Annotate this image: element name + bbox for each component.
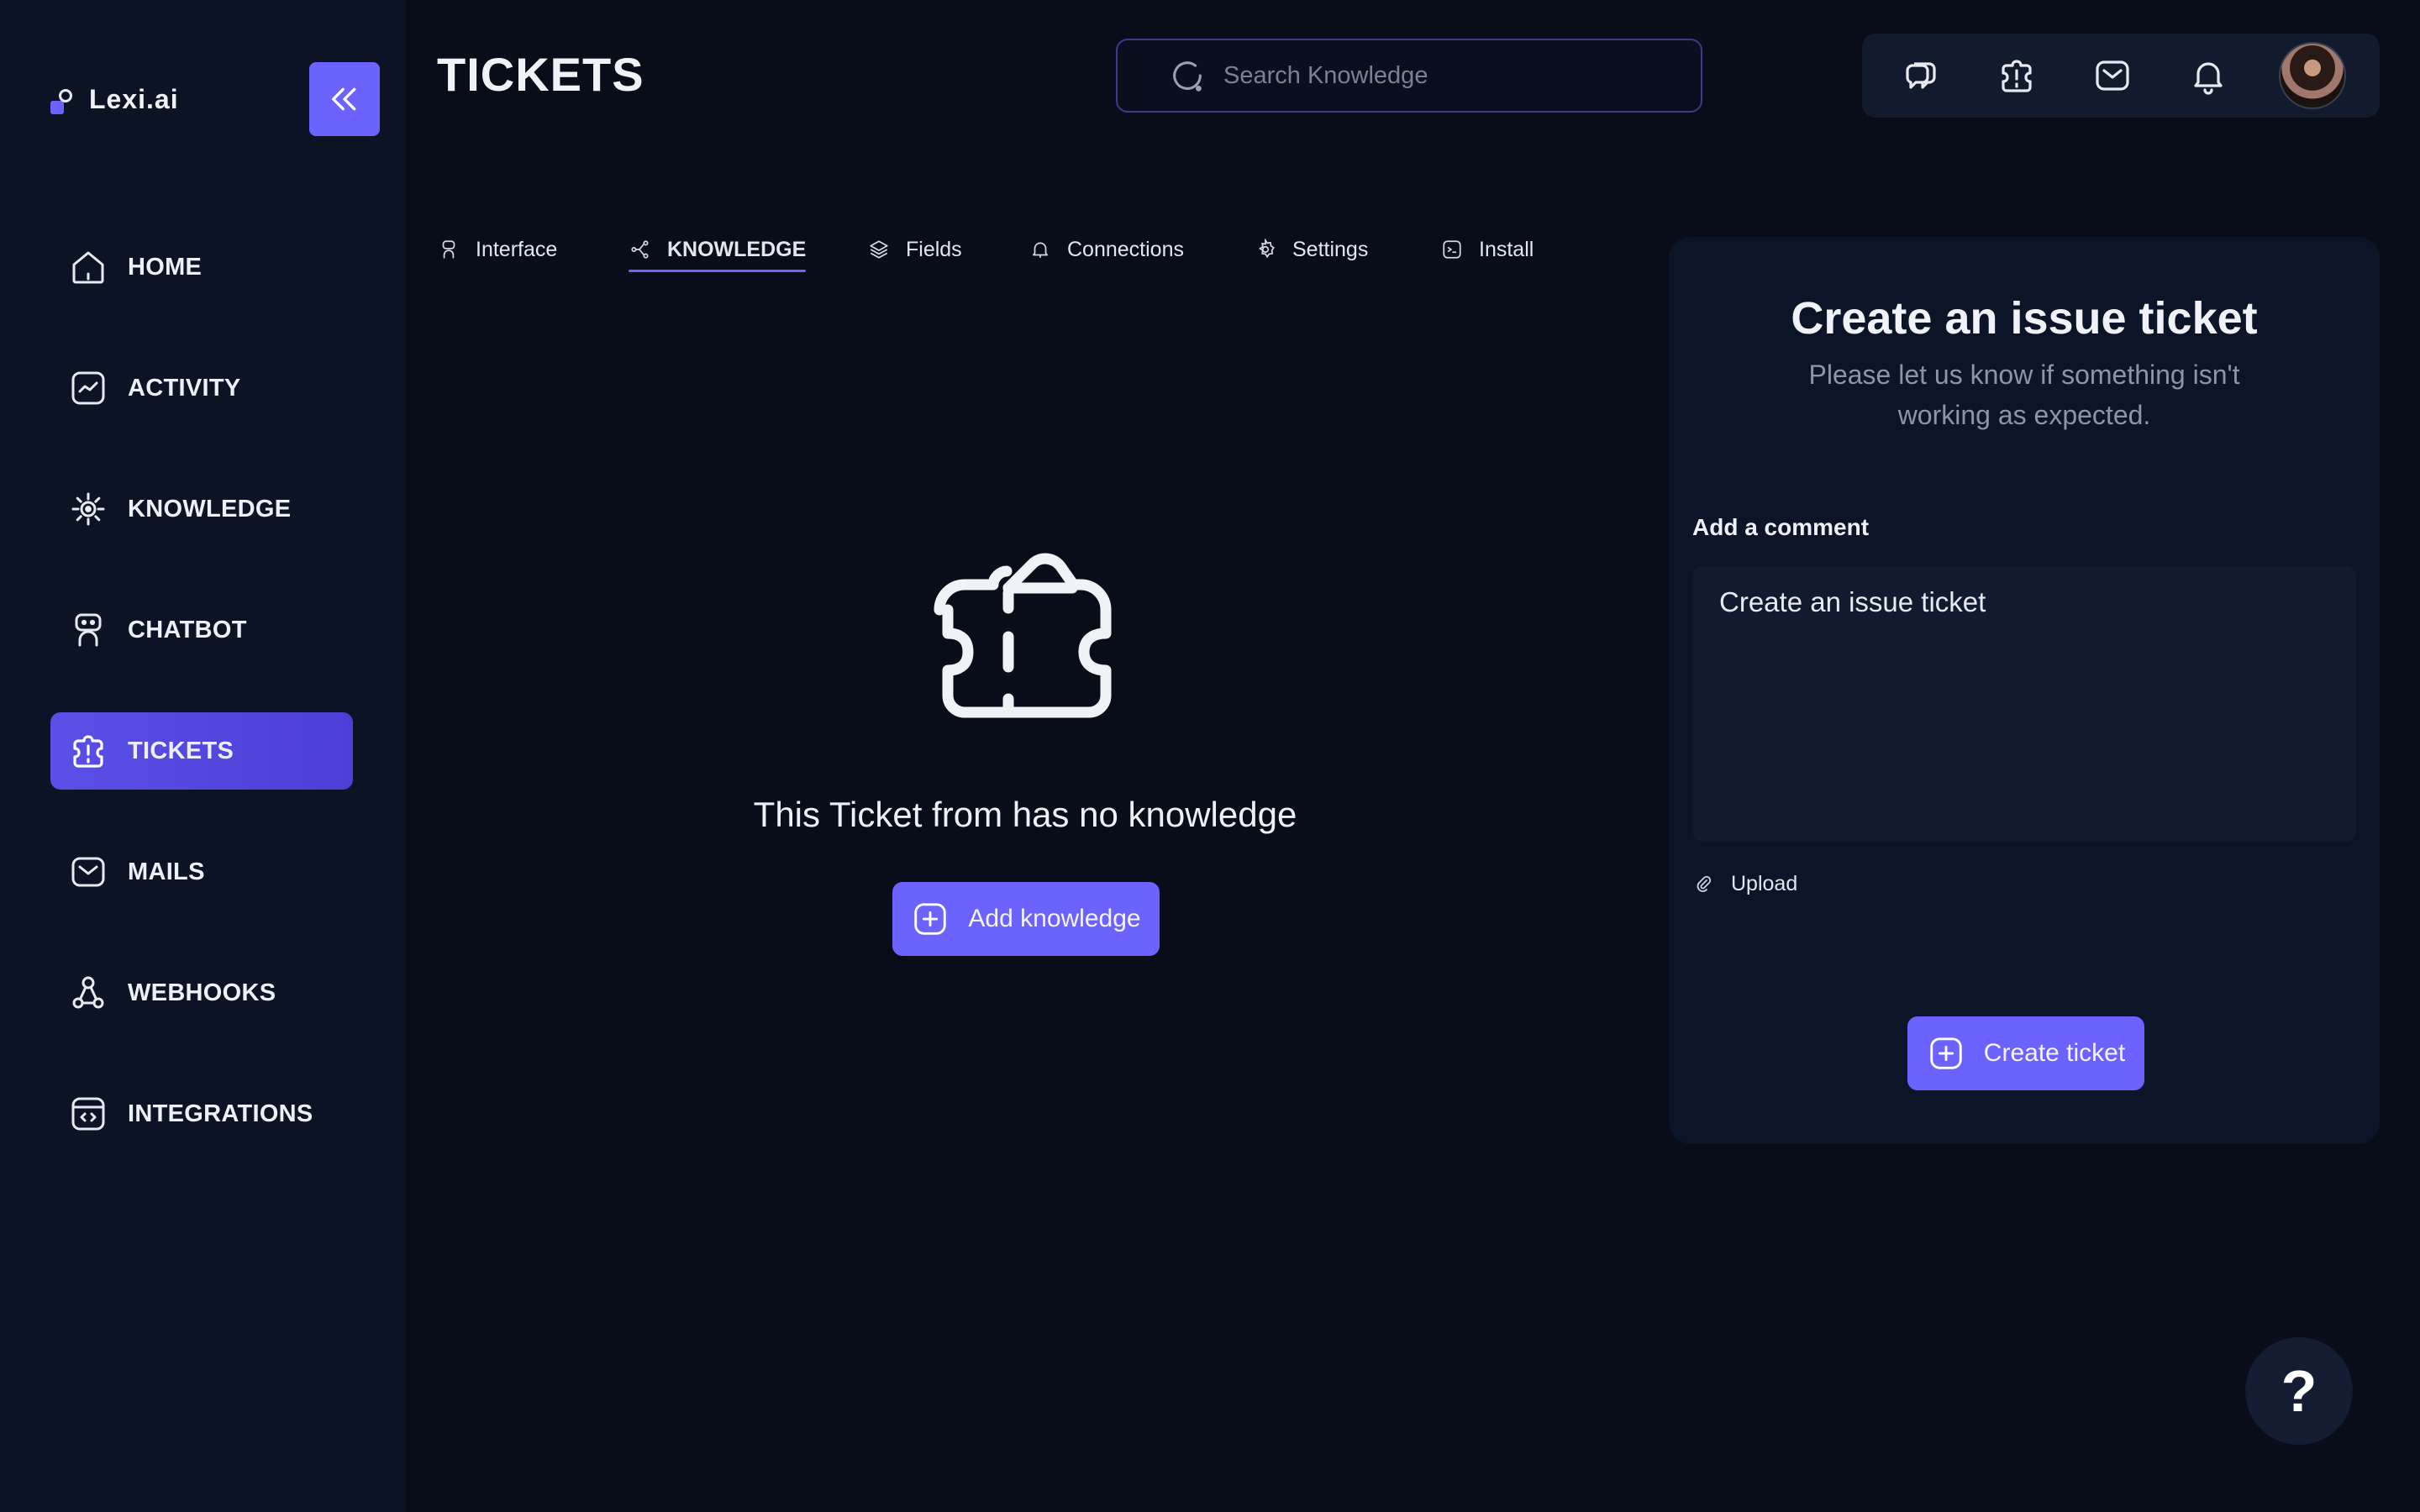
layers-icon (867, 238, 891, 261)
robot-icon (437, 238, 460, 261)
bell-icon (1028, 238, 1052, 261)
tickets-button[interactable] (1991, 50, 2042, 101)
gear-icon (1254, 238, 1277, 261)
double-chevron-left-icon (332, 87, 356, 111)
sidebar-item-knowledge[interactable]: KNOWLEDGE (50, 470, 353, 548)
sidebar-item-home[interactable]: HOME (50, 228, 353, 306)
comment-textarea[interactable]: Create an issue ticket (1692, 566, 2356, 842)
bell-icon (2194, 62, 2223, 95)
puzzle-icon (67, 730, 109, 772)
chat-bubbles-icon (1906, 62, 1936, 89)
sidebar-item-chatbot[interactable]: CHATBOT (50, 591, 353, 669)
add-knowledge-button[interactable]: Add knowledge (892, 882, 1160, 956)
home-icon (67, 246, 109, 288)
brand-name: Lexi.ai (89, 83, 179, 114)
puzzle-icon (2002, 60, 2032, 92)
panel-title: Create an issue ticket (1791, 293, 2258, 344)
sidebar-item-integrations[interactable]: INTEGRATIONS (50, 1075, 353, 1152)
sidebar-item-tickets[interactable]: TICKETS (50, 712, 353, 790)
empty-state-message: This Ticket from has no knowledge (753, 795, 1297, 834)
tab-interface[interactable]: Interface (437, 228, 557, 270)
webhook-icon (67, 972, 109, 1014)
search-bar[interactable] (1116, 39, 1702, 113)
mail-icon (67, 851, 109, 893)
tab-fields[interactable]: Fields (867, 228, 962, 270)
help-button[interactable]: ? (2245, 1337, 2353, 1445)
collapse-sidebar-button[interactable] (309, 62, 380, 136)
app-root: Lexi.ai HOME ACTIVITY KNOWLEDGE CHATBOT … (0, 0, 2420, 1512)
search-input[interactable] (1223, 61, 1660, 90)
integrations-icon (67, 1093, 109, 1135)
activity-icon (67, 367, 109, 409)
tab-knowledge[interactable]: KNOWLEDGE (629, 228, 807, 272)
user-avatar[interactable] (2279, 42, 2346, 109)
create-ticket-button[interactable]: Create ticket (1907, 1016, 2144, 1090)
add-square-icon (1930, 1037, 1962, 1069)
share-icon (629, 238, 652, 261)
sidebar-item-mails[interactable]: MAILS (50, 833, 353, 911)
sidebar: Lexi.ai HOME ACTIVITY KNOWLEDGE CHATBOT … (0, 0, 405, 1512)
sidebar-item-activity[interactable]: ACTIVITY (50, 349, 353, 427)
search-loading-icon (1173, 61, 1202, 92)
mail-icon (2096, 60, 2129, 91)
tab-settings[interactable]: Settings (1254, 228, 1368, 270)
chat-button[interactable] (1896, 50, 1946, 101)
mail-button[interactable] (2087, 50, 2138, 101)
puzzle-illustration-icon (934, 553, 1112, 718)
sidebar-item-webhooks[interactable]: WEBHOOKS (50, 954, 353, 1032)
brand-logo-icon (49, 84, 72, 114)
create-ticket-panel: Create an issue ticket Please let us kno… (1669, 237, 2380, 1144)
upload-button[interactable]: Upload (1694, 872, 1797, 896)
top-actions-bar (1862, 34, 2380, 118)
tab-install[interactable]: Install (1440, 228, 1534, 270)
add-square-icon (914, 903, 947, 935)
comment-label: Add a comment (1692, 514, 1870, 540)
knowledge-icon (67, 488, 109, 530)
panel-subtitle: Please let us know if something isn't wo… (1808, 360, 2240, 430)
notifications-button[interactable] (2183, 50, 2233, 101)
page-title: TICKETS (437, 48, 644, 101)
brand[interactable]: Lexi.ai (49, 82, 179, 116)
tab-connections[interactable]: Connections (1028, 228, 1184, 270)
terminal-icon (1440, 238, 1464, 261)
paperclip-icon (1697, 875, 1712, 892)
chatbot-icon (67, 609, 109, 651)
